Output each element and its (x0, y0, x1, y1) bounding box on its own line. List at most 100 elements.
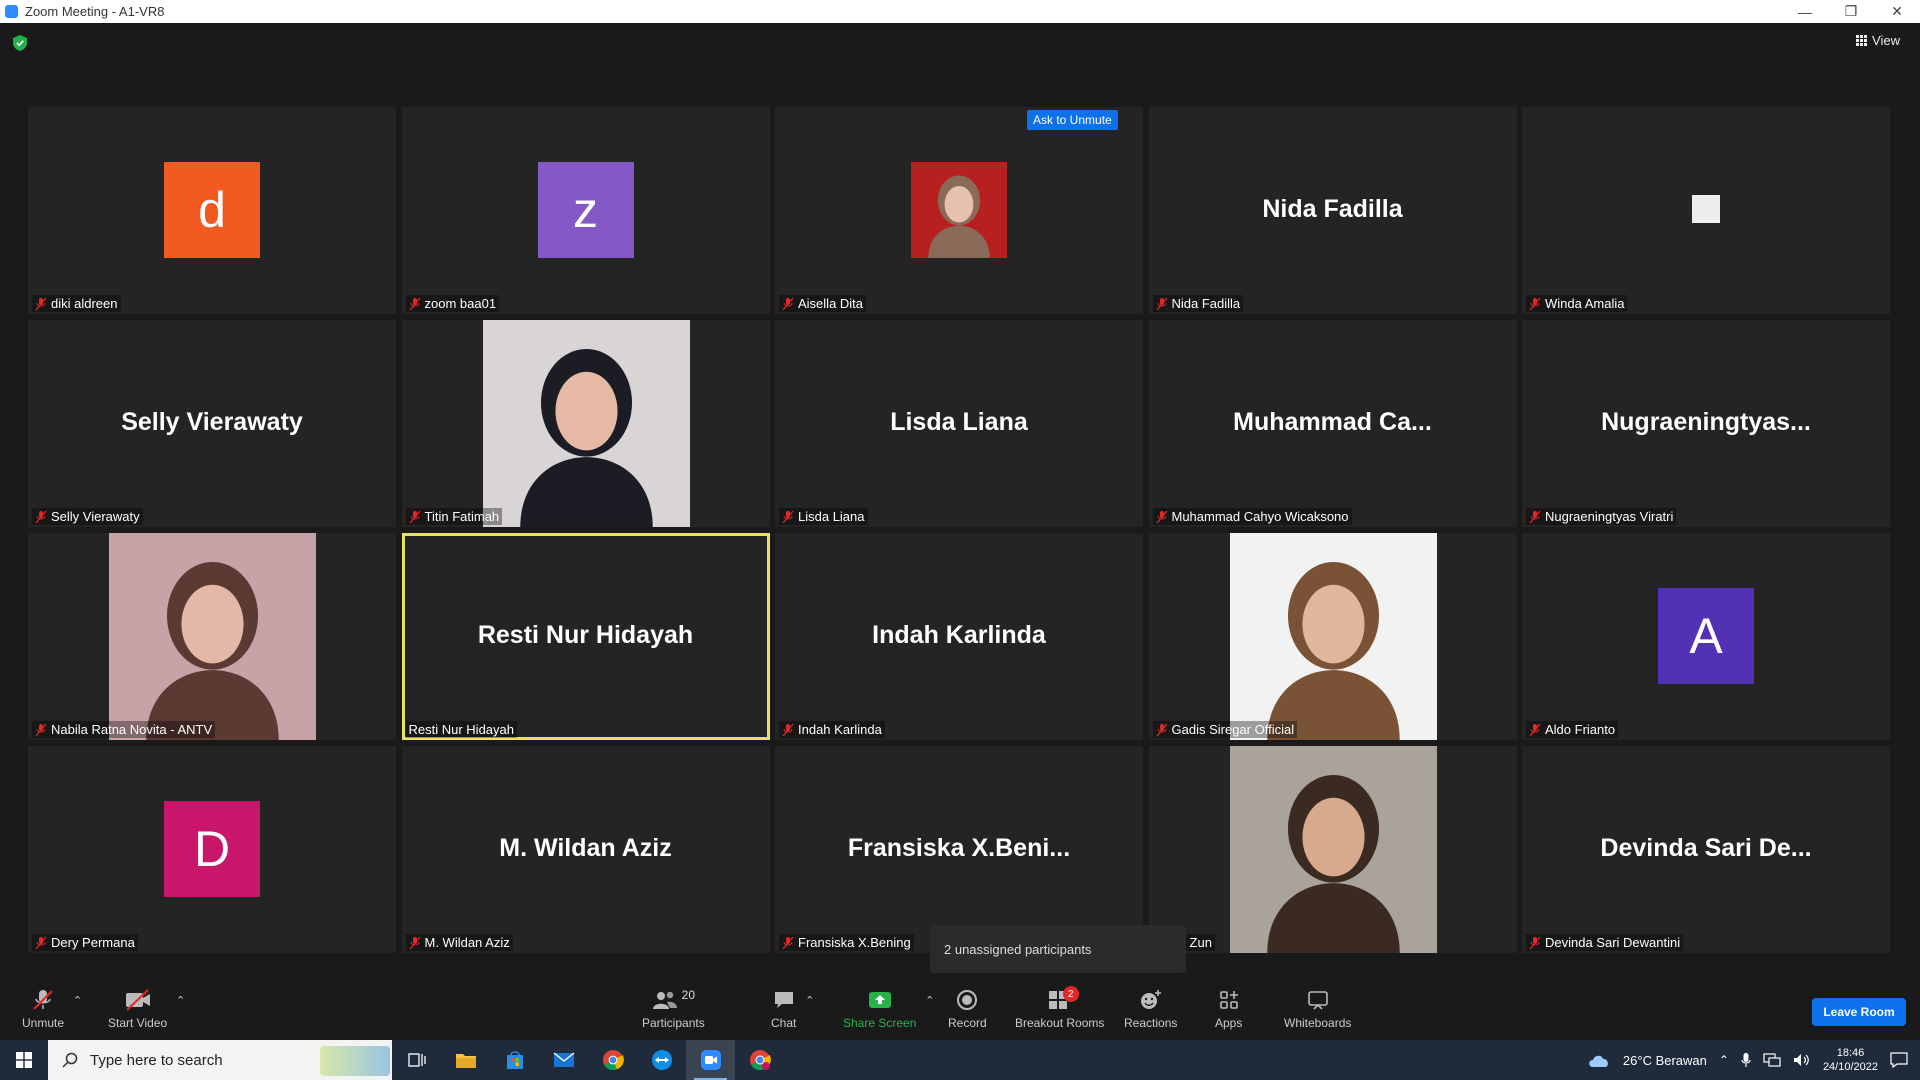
start-button[interactable] (0, 1040, 48, 1080)
participant-avatar: D (164, 801, 260, 897)
participant-tile[interactable]: Gadis Siregar Official (1148, 533, 1517, 740)
muted-microphone-icon (1529, 297, 1541, 310)
chrome-profile-app[interactable] (735, 1040, 784, 1080)
close-window-button[interactable]: ✕ (1874, 3, 1920, 20)
microsoft-store-app[interactable] (490, 1040, 539, 1080)
participant-name-label: Devinda Sari Dewantini (1526, 934, 1684, 951)
participant-name: M. Wildan Aziz (424, 935, 510, 950)
participant-name-label: Nabila Ratna Novita - ANTV (32, 721, 216, 738)
participant-tile[interactable]: Fransiska X.Beni... Fransiska X.Bening (775, 746, 1143, 953)
search-icon (62, 1052, 78, 1068)
participant-avatar: d (164, 162, 260, 258)
participant-tile[interactable]: M. Wildan Aziz M. Wildan Aziz (401, 746, 770, 953)
apps-label: Apps (1215, 1016, 1243, 1030)
unassigned-participants-popup[interactable]: 2 unassigned participants (930, 925, 1186, 973)
participant-tile[interactable]: d diki aldreen (28, 107, 396, 314)
reactions-button[interactable]: Reactions (1124, 988, 1177, 1030)
muted-microphone-icon (1529, 510, 1541, 523)
participant-name-label: Titin Fatimah (405, 508, 503, 525)
muted-microphone-icon (1156, 297, 1167, 310)
participant-display-name: Muhammad Ca... (1233, 408, 1432, 436)
participant-name: Resti Nur Hidayah (408, 722, 515, 737)
participant-tile[interactable]: Indah Karlinda Indah Karlinda (775, 533, 1143, 740)
participant-video-feed (1229, 533, 1437, 740)
participant-tile[interactable]: Muhammad Ca... Muhammad Cahyo Wicaksono (1148, 320, 1517, 527)
participant-display-name: M. Wildan Aziz (499, 834, 672, 862)
unmute-button[interactable]: Unmute ⌃ (22, 988, 82, 1030)
windows-logo-icon (16, 1052, 32, 1068)
microphone-tray-icon[interactable] (1741, 1052, 1751, 1068)
whiteboards-label: Whiteboards (1284, 1016, 1352, 1030)
reactions-icon (1140, 990, 1161, 1009)
teamviewer-app[interactable] (637, 1040, 686, 1080)
participant-name-label: Selly Vierawaty (32, 508, 143, 525)
muted-microphone-icon (35, 297, 47, 310)
participants-button[interactable]: 20 Participants (642, 988, 705, 1030)
system-tray: 26°C Berawan ⌃ 18:46 24/10/2022 (1587, 1046, 1920, 1074)
participant-tile[interactable]: Winda Amalia (1522, 107, 1890, 314)
participant-avatar-placeholder (1692, 195, 1720, 223)
apps-button[interactable]: Apps (1215, 988, 1242, 1030)
breakout-rooms-button[interactable]: 2 Breakout Rooms (1015, 986, 1104, 1030)
network-icon[interactable] (1763, 1053, 1781, 1067)
audio-options-caret-icon[interactable]: ⌃ (73, 994, 82, 1007)
zoom-app[interactable] (686, 1040, 735, 1080)
file-explorer-app[interactable] (441, 1040, 490, 1080)
participant-tile[interactable]: lar Zun (1148, 746, 1517, 953)
video-off-icon (125, 989, 150, 1011)
participant-tile[interactable]: Lisda Liana Lisda Liana (775, 320, 1143, 527)
view-button[interactable]: View (1856, 33, 1900, 48)
weather-text[interactable]: 26°C Berawan (1623, 1053, 1707, 1068)
participant-name: Aldo Frianto (1545, 722, 1616, 737)
notifications-icon[interactable] (1890, 1052, 1908, 1068)
view-label: View (1872, 33, 1900, 48)
show-hidden-icons-button[interactable]: ⌃ (1719, 1053, 1729, 1067)
participant-name: diki aldreen (51, 296, 118, 311)
mail-app[interactable] (539, 1040, 588, 1080)
restore-button[interactable]: ❐ (1828, 3, 1874, 20)
participant-display-name: Fransiska X.Beni... (847, 834, 1071, 862)
leave-room-button[interactable]: Leave Room (1812, 998, 1906, 1026)
volume-icon[interactable] (1793, 1053, 1811, 1067)
share-screen-button[interactable]: Share Screen ⌃ (843, 988, 934, 1030)
ask-to-unmute-button[interactable]: Ask to Unmute (1027, 110, 1118, 130)
share-options-caret-icon[interactable]: ⌃ (925, 994, 934, 1007)
participant-tile[interactable]: Nabila Ratna Novita - ANTV (28, 533, 396, 740)
encryption-shield-icon[interactable] (13, 35, 27, 51)
whiteboards-button[interactable]: Whiteboards (1284, 988, 1351, 1030)
muted-microphone-icon (33, 990, 53, 1010)
taskbar-search-box[interactable]: Type here to search (48, 1040, 392, 1080)
taskbar-clock[interactable]: 18:46 24/10/2022 (1823, 1046, 1878, 1074)
window-title: Zoom Meeting - A1-VR8 (25, 4, 165, 19)
minimize-button[interactable]: — (1782, 4, 1828, 20)
video-options-caret-icon[interactable]: ⌃ (176, 994, 185, 1007)
chrome-icon (602, 1050, 624, 1071)
chat-button[interactable]: Chat ⌃ (771, 988, 814, 1030)
participant-tile[interactable]: Ask to Unmute Aisella Dita (775, 107, 1143, 314)
share-screen-label: Share Screen (843, 1016, 917, 1030)
participant-tile[interactable]: Devinda Sari De... Devinda Sari Dewantini (1522, 746, 1890, 953)
chat-options-caret-icon[interactable]: ⌃ (805, 994, 814, 1007)
participant-tile[interactable]: D Dery Permana (28, 746, 396, 953)
muted-microphone-icon (1529, 936, 1541, 949)
participant-tile[interactable]: Resti Nur Hidayah Resti Nur Hidayah (401, 533, 770, 740)
participant-name: Selly Vierawaty (51, 509, 140, 524)
muted-microphone-icon (35, 510, 47, 523)
windows-taskbar: Type here to search 26°C Berawan ⌃ 18:46… (0, 1040, 1920, 1080)
participant-tile[interactable]: Nugraeningtyas... Nugraeningtyas Viratri (1522, 320, 1890, 527)
participant-name: Gadis Siregar Official (1171, 722, 1295, 737)
participant-video-feed (109, 533, 316, 740)
teamviewer-icon (651, 1050, 672, 1070)
whiteboard-icon (1307, 991, 1328, 1010)
task-view-button[interactable] (392, 1040, 441, 1080)
participant-name-label: Nugraeningtyas Viratri (1526, 508, 1677, 525)
record-button[interactable]: Record (948, 988, 987, 1030)
start-video-button[interactable]: Start Video ⌃ (108, 988, 185, 1030)
participant-name-label: Nida Fadilla (1152, 295, 1244, 312)
chrome-app[interactable] (588, 1040, 637, 1080)
participant-tile[interactable]: Titin Fatimah (401, 320, 770, 527)
participant-tile[interactable]: A Aldo Frianto (1522, 533, 1890, 740)
participant-tile[interactable]: Selly Vierawaty Selly Vierawaty (28, 320, 396, 527)
participant-tile[interactable]: Nida Fadilla Nida Fadilla (1148, 107, 1517, 314)
participant-tile[interactable]: z zoom baa01 (401, 107, 770, 314)
